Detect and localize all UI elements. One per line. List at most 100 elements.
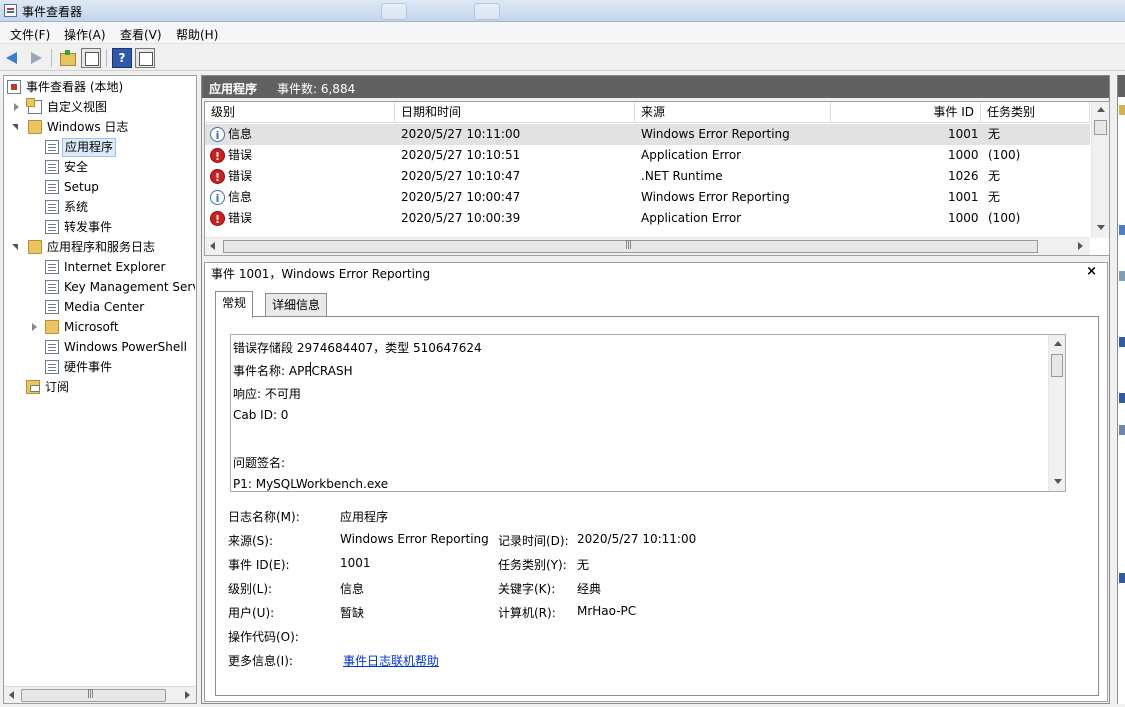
event-id-label: 事件 ID(E): bbox=[228, 558, 290, 572]
general-tab-panel: 错误存储段 2974684407，类型 510647624 事件名称: APPC… bbox=[215, 316, 1099, 696]
tree-item-system[interactable]: 系统 bbox=[45, 198, 195, 217]
cell-level: 错误 bbox=[228, 211, 253, 225]
cell-source: Application Error bbox=[641, 211, 742, 225]
grip-icon: ||| bbox=[87, 689, 94, 699]
tree-item-hardware-events[interactable]: 硬件事件 bbox=[45, 358, 195, 377]
action-icon[interactable] bbox=[1119, 393, 1125, 403]
scroll-right-arrow-icon[interactable] bbox=[185, 691, 190, 699]
cell-category: 无 bbox=[988, 190, 1001, 204]
action-icon[interactable] bbox=[1119, 425, 1125, 435]
menu-file[interactable]: 文件(F) bbox=[10, 26, 50, 43]
scroll-up-arrow-icon[interactable] bbox=[1054, 341, 1062, 346]
scrollbar-thumb[interactable] bbox=[1094, 120, 1107, 135]
tree-item-key-management[interactable]: Key Management Serv bbox=[45, 278, 195, 297]
show-hide-action-pane-icon[interactable] bbox=[135, 48, 155, 68]
tree-item-setup[interactable]: Setup bbox=[45, 178, 195, 197]
scroll-right-arrow-icon[interactable] bbox=[1078, 242, 1083, 250]
tree-item-media-center[interactable]: Media Center bbox=[45, 298, 195, 317]
tab-details[interactable]: 详细信息 bbox=[265, 293, 328, 317]
menu-view[interactable]: 查看(V) bbox=[120, 26, 162, 43]
scroll-down-arrow-icon[interactable] bbox=[1097, 225, 1105, 230]
tree-horizontal-scrollbar[interactable]: ||| bbox=[4, 686, 196, 703]
error-icon: ! bbox=[210, 169, 225, 184]
column-header-datetime[interactable]: 日期和时间 bbox=[395, 102, 635, 123]
column-header-level[interactable]: 级别 bbox=[205, 102, 395, 123]
table-row[interactable]: i 信息 2020/5/27 10:00:47 Windows Error Re… bbox=[205, 187, 1090, 208]
forward-arrow-icon[interactable] bbox=[26, 48, 46, 68]
table-row[interactable]: i 信息 2020/5/27 10:11:00 Windows Error Re… bbox=[205, 124, 1090, 145]
tree-label: Windows PowerShell bbox=[64, 340, 187, 354]
close-icon[interactable]: × bbox=[1086, 264, 1097, 279]
grip-icon: ||| bbox=[625, 240, 632, 250]
menu-help[interactable]: 帮助(H) bbox=[176, 26, 218, 43]
actions-pane bbox=[1117, 75, 1125, 704]
action-icon[interactable] bbox=[1119, 271, 1125, 281]
tree-item-custom-views[interactable]: 自定义视图 bbox=[12, 98, 195, 117]
subscription-icon bbox=[26, 380, 40, 394]
scrollbar-thumb[interactable] bbox=[1051, 354, 1063, 377]
tree-item-application[interactable]: 应用程序 bbox=[45, 138, 195, 157]
table-row[interactable]: ! 错误 2020/5/27 10:10:51 Application Erro… bbox=[205, 145, 1090, 166]
table-vertical-scrollbar[interactable] bbox=[1091, 102, 1109, 238]
source-label: 来源(S): bbox=[228, 534, 274, 548]
scrollbar-thumb[interactable] bbox=[21, 689, 166, 702]
table-horizontal-scrollbar[interactable]: ||| bbox=[205, 237, 1090, 255]
column-header-source[interactable]: 来源 bbox=[635, 102, 831, 123]
logged-value: 2020/5/27 10:11:00 bbox=[577, 532, 697, 546]
online-help-link[interactable]: 事件日志联机帮助 bbox=[343, 652, 439, 669]
tree-item-subscriptions[interactable]: 订阅 bbox=[26, 378, 195, 397]
tree-item-windows-powershell[interactable]: Windows PowerShell bbox=[45, 338, 195, 357]
scroll-up-arrow-icon[interactable] bbox=[1097, 107, 1105, 112]
tree-item-windows-logs[interactable]: Windows 日志 bbox=[12, 118, 195, 137]
cell-level: 错误 bbox=[228, 169, 253, 183]
expand-arrow-icon[interactable] bbox=[30, 323, 39, 332]
cell-level: 信息 bbox=[228, 190, 253, 204]
tree-item-internet-explorer[interactable]: Internet Explorer bbox=[45, 258, 195, 277]
opcode-label: 操作代码(O): bbox=[228, 630, 299, 644]
computer-label: 计算机(R): bbox=[498, 606, 556, 620]
table-row[interactable]: ! 错误 2020/5/27 10:10:47 .NET Runtime 102… bbox=[205, 166, 1090, 187]
scroll-left-arrow-icon[interactable] bbox=[210, 242, 215, 250]
actions-header bbox=[1118, 75, 1125, 97]
back-arrow-icon[interactable] bbox=[4, 48, 24, 68]
description-line: 响应: 不可用 bbox=[233, 387, 301, 401]
action-icon[interactable] bbox=[1119, 105, 1125, 115]
description-vertical-scrollbar[interactable] bbox=[1048, 335, 1065, 491]
tree-item-security[interactable]: 安全 bbox=[45, 158, 195, 177]
help-icon[interactable]: ? bbox=[112, 48, 132, 68]
cell-datetime: 2020/5/27 10:11:00 bbox=[401, 127, 521, 141]
tree-item-microsoft[interactable]: Microsoft bbox=[30, 318, 195, 337]
log-icon bbox=[45, 300, 59, 314]
keywords-label: 关键字(K): bbox=[498, 582, 556, 596]
user-label: 用户(U): bbox=[228, 606, 275, 620]
event-viewer-window: 事件查看器 文件(F) 操作(A) 查看(V) 帮助(H) ? 事件查看器 (本… bbox=[0, 0, 1125, 707]
column-header-event-id[interactable]: 事件 ID bbox=[831, 102, 981, 123]
scroll-left-arrow-icon[interactable] bbox=[9, 691, 14, 699]
up-folder-icon[interactable] bbox=[57, 48, 77, 68]
level-value: 信息 bbox=[340, 582, 365, 596]
tab-general[interactable]: 常规 bbox=[215, 291, 254, 318]
table-row[interactable]: ! 错误 2020/5/27 10:00:39 Application Erro… bbox=[205, 208, 1090, 229]
log-icon bbox=[45, 260, 59, 274]
expand-arrow-icon[interactable] bbox=[12, 103, 21, 112]
cell-category: 无 bbox=[988, 127, 1001, 141]
tree-item-forwarded-events[interactable]: 转发事件 bbox=[45, 218, 195, 237]
collapse-arrow-icon[interactable] bbox=[12, 123, 21, 132]
tree-label: 自定义视图 bbox=[47, 100, 108, 114]
action-icon[interactable] bbox=[1119, 225, 1125, 235]
tree-item-root[interactable]: 事件查看器 (本地) bbox=[7, 78, 195, 97]
column-header-task-category[interactable]: 任务类别 bbox=[981, 102, 1090, 123]
log-icon bbox=[45, 180, 59, 194]
cell-category: (100) bbox=[988, 211, 1021, 225]
action-icon[interactable] bbox=[1119, 573, 1125, 583]
tree-item-app-service-logs[interactable]: 应用程序和服务日志 bbox=[12, 238, 195, 257]
action-icon[interactable] bbox=[1119, 337, 1125, 347]
collapse-arrow-icon[interactable] bbox=[12, 243, 21, 252]
event-description-textbox[interactable]: 错误存储段 2974684407，类型 510647624 事件名称: APPC… bbox=[230, 334, 1066, 492]
info-icon: i bbox=[210, 190, 225, 205]
scroll-down-arrow-icon[interactable] bbox=[1054, 479, 1062, 484]
show-hide-tree-icon[interactable] bbox=[81, 48, 101, 68]
folder-icon bbox=[28, 240, 42, 254]
event-id-value: 1001 bbox=[340, 556, 371, 570]
menu-action[interactable]: 操作(A) bbox=[64, 26, 106, 43]
